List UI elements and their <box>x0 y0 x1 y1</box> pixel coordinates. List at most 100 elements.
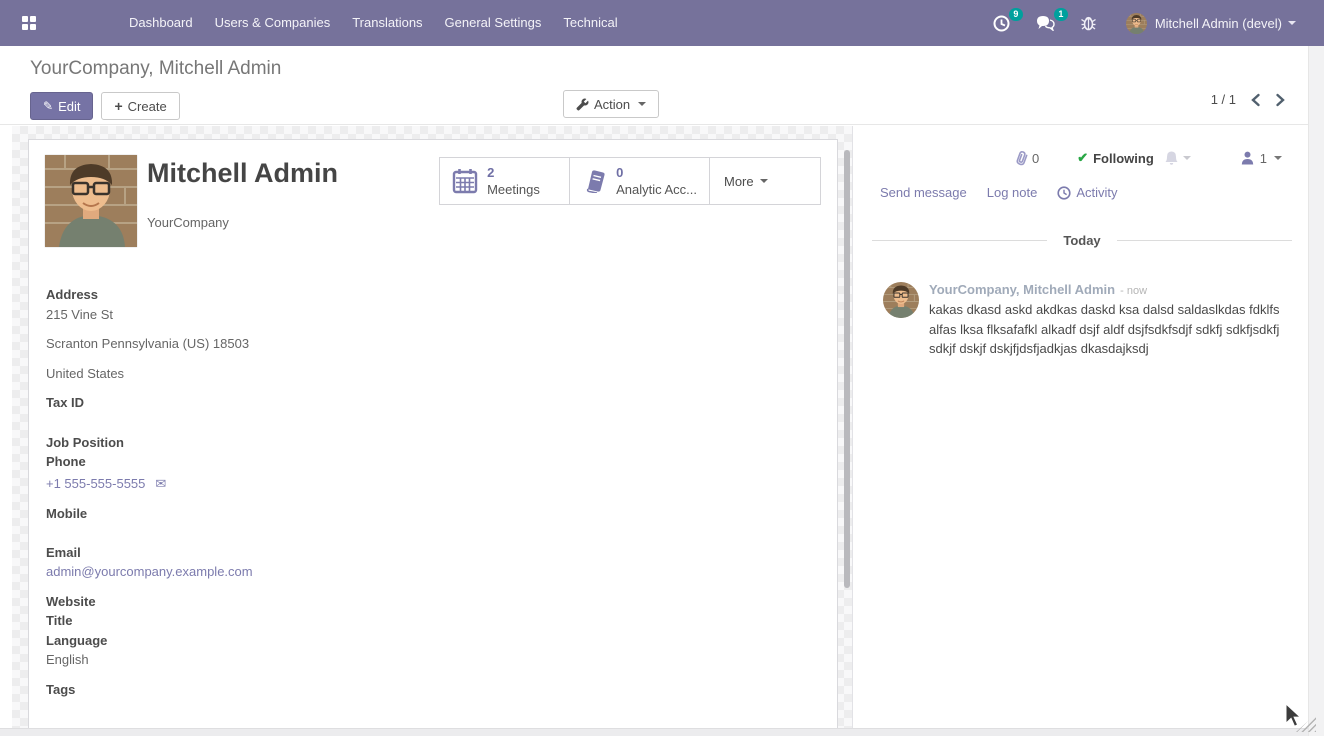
form-view: Mitchell Admin YourCompany 2 Meetings <box>12 126 853 728</box>
create-button-label: Create <box>128 99 167 114</box>
menu-general-settings[interactable]: General Settings <box>434 0 553 46</box>
field-label-website: Website <box>46 592 821 611</box>
messages-systray-button[interactable]: 1 <box>1036 15 1055 31</box>
calendar-icon <box>452 168 478 194</box>
message-timestamp: - now <box>1120 285 1147 297</box>
messages-count-badge: 1 <box>1054 8 1068 21</box>
message-author-avatar[interactable] <box>883 282 919 318</box>
action-button-label: Action <box>594 97 630 112</box>
activity-label: Activity <box>1076 185 1117 200</box>
debug-bug-icon[interactable] <box>1081 15 1096 31</box>
email-link[interactable]: admin@yourcompany.example.com <box>46 564 253 579</box>
followers-count: 1 <box>1260 151 1267 166</box>
pager-count: 1 / 1 <box>1211 92 1236 107</box>
sms-envelope-icon[interactable]: ✉ <box>155 476 166 491</box>
schedule-activity-button[interactable]: Activity <box>1057 185 1117 200</box>
field-label-mobile: Mobile <box>46 504 821 523</box>
send-message-button[interactable]: Send message <box>880 185 967 200</box>
phone-link[interactable]: +1 555-555-5555 <box>46 476 145 491</box>
menu-translations[interactable]: Translations <box>341 0 433 46</box>
more-dropdown-button[interactable]: More <box>710 158 820 204</box>
more-label: More <box>724 174 754 189</box>
meetings-label: Meetings <box>487 182 540 198</box>
book-icon <box>582 169 607 193</box>
user-name: Mitchell Admin (devel) <box>1155 16 1282 31</box>
attachments-button[interactable]: 0 <box>1015 150 1039 166</box>
plus-icon: + <box>114 99 122 113</box>
pager-previous-button[interactable] <box>1250 93 1261 107</box>
analytic-label: Analytic Acc... <box>616 182 697 198</box>
caret-down-icon <box>1183 156 1191 160</box>
breadcrumb[interactable]: YourCompany, Mitchell Admin <box>30 58 281 80</box>
apps-menu-icon[interactable] <box>22 16 36 30</box>
activity-clock-icon <box>993 15 1010 32</box>
caret-down-icon <box>1288 21 1296 25</box>
field-city-state-zip: Scranton Pennsylvania (US) 18503 <box>46 334 821 353</box>
attachments-count: 0 <box>1032 151 1039 166</box>
create-button[interactable]: + Create <box>101 92 179 120</box>
form-scrollbar-thumb[interactable] <box>844 150 850 588</box>
paperclip-icon <box>1015 150 1028 166</box>
stat-buttons: 2 Meetings 0 Analytic Acc... <box>439 157 821 205</box>
caret-down-icon <box>638 102 646 106</box>
field-label-tax-id: Tax ID <box>46 393 821 412</box>
activity-count-badge: 9 <box>1009 8 1023 21</box>
pager-next-button[interactable] <box>1275 93 1286 107</box>
bell-icon <box>1164 150 1179 166</box>
log-note-button[interactable]: Log note <box>987 185 1038 200</box>
action-dropdown-button[interactable]: Action <box>563 90 659 118</box>
meetings-stat-button[interactable]: 2 Meetings <box>440 158 570 204</box>
user-avatar <box>1126 13 1147 34</box>
chatter-actions: Send message Log note Activity <box>854 185 1308 200</box>
caret-down-icon <box>760 179 768 183</box>
date-divider-label: Today <box>1047 233 1116 248</box>
menu-technical[interactable]: Technical <box>552 0 628 46</box>
horizontal-scrollbar-gutter[interactable] <box>0 728 1308 736</box>
edit-button[interactable]: ✎ Edit <box>30 92 93 120</box>
top-navbar: Dashboard Users & Companies Translations… <box>0 0 1324 46</box>
following-button[interactable]: ✔ Following <box>1077 150 1154 166</box>
vertical-scrollbar-gutter[interactable] <box>1308 46 1324 736</box>
field-label-phone: Phone <box>46 452 821 471</box>
check-icon: ✔ <box>1077 150 1088 166</box>
pager: 1 / 1 <box>1211 92 1286 107</box>
activity-systray-button[interactable]: 9 <box>993 15 1010 32</box>
chatter-panel: 0 ✔ Following 1 <box>854 126 1308 728</box>
meetings-count: 2 <box>487 165 494 180</box>
mouse-cursor-icon <box>1281 702 1305 728</box>
edit-button-label: Edit <box>58 99 80 114</box>
field-label-title: Title <box>46 611 821 630</box>
chatter-message: YourCompany, Mitchell Admin - now kakas … <box>854 282 1308 359</box>
followers-button[interactable]: 1 <box>1241 151 1282 166</box>
field-country: United States <box>46 364 821 383</box>
activity-clock-icon <box>1057 186 1071 200</box>
field-label-language: Language <box>46 631 821 650</box>
odoo-app: Dashboard Users & Companies Translations… <box>0 0 1324 736</box>
date-divider: Today <box>872 233 1292 248</box>
message-text: kakas dkasd askd akdkas daskd ksa dalsd … <box>929 300 1281 359</box>
systray: 9 1 Mitchell Admin (devel) <box>967 13 1296 34</box>
analytic-stat-button[interactable]: 0 Analytic Acc... <box>570 158 710 204</box>
contact-photo[interactable] <box>45 155 137 247</box>
following-label: Following <box>1093 151 1154 166</box>
company-link[interactable]: YourCompany <box>147 215 338 230</box>
menu-users-companies[interactable]: Users & Companies <box>204 0 342 46</box>
control-panel: YourCompany, Mitchell Admin ✎ Edit + Cre… <box>0 46 1324 125</box>
record-title: Mitchell Admin <box>147 157 338 189</box>
follower-person-icon <box>1241 151 1254 165</box>
field-label-email: Email <box>46 543 821 562</box>
field-group: Address 215 Vine St Scranton Pennsylvani… <box>45 285 821 699</box>
content-area: Mitchell Admin YourCompany 2 Meetings <box>0 126 1308 728</box>
caret-down-icon <box>1274 156 1282 160</box>
menu-dashboard[interactable]: Dashboard <box>118 0 204 46</box>
subscription-bell-button[interactable] <box>1164 150 1191 166</box>
field-street: 215 Vine St <box>46 305 821 324</box>
message-bubble-icon <box>1036 15 1055 31</box>
form-sheet: Mitchell Admin YourCompany 2 Meetings <box>28 139 838 728</box>
analytic-count: 0 <box>616 165 623 180</box>
user-menu[interactable]: Mitchell Admin (devel) <box>1126 13 1296 34</box>
message-author[interactable]: YourCompany, Mitchell Admin <box>929 282 1115 297</box>
field-language-value: English <box>46 650 821 669</box>
wrench-icon <box>576 98 589 111</box>
main-menu: Dashboard Users & Companies Translations… <box>118 0 629 46</box>
